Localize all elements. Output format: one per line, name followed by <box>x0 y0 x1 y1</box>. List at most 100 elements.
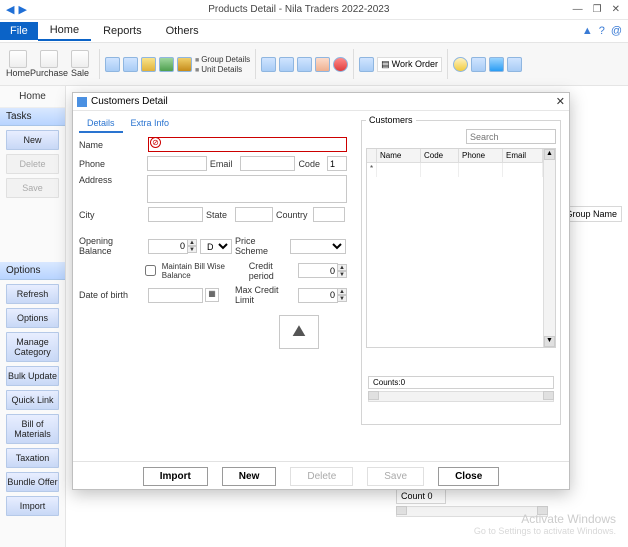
tb-sale[interactable]: Sale <box>66 50 94 78</box>
options-header: Options <box>0 262 65 280</box>
db-cr-select[interactable]: DB <box>200 239 232 254</box>
scroll-right-icon[interactable] <box>543 391 554 400</box>
address-input[interactable] <box>147 175 348 203</box>
grid-col-selector[interactable] <box>367 149 377 162</box>
opt-refresh[interactable]: Refresh <box>6 284 59 304</box>
grid-col-email[interactable]: Email <box>503 149 543 162</box>
max-credit-stepper[interactable]: ▲▼ <box>298 288 347 303</box>
opt-taxation[interactable]: Taxation <box>6 448 59 468</box>
calendar-icon[interactable]: ▦ <box>205 288 219 302</box>
maintain-billwise-checkbox[interactable] <box>145 263 156 278</box>
dialog-close-button[interactable]: ✕ <box>556 95 565 108</box>
grid-hscroll[interactable] <box>368 391 554 402</box>
document-icon: ▤ <box>381 59 390 70</box>
opt-quick-link[interactable]: Quick Link <box>6 390 59 410</box>
tasks-new[interactable]: New <box>6 130 59 150</box>
country-input[interactable] <box>313 207 345 222</box>
max-credit-input[interactable] <box>298 288 338 303</box>
menu-home[interactable]: Home <box>38 21 91 41</box>
tb-home[interactable]: Home <box>4 50 32 78</box>
opt-bulk-update[interactable]: Bulk Update <box>6 366 59 386</box>
dialog-icon <box>77 97 87 107</box>
opt-bundle-offer[interactable]: Bundle Offer <box>6 472 59 492</box>
opening-balance-input[interactable] <box>148 239 188 254</box>
tb-person-icon[interactable] <box>279 57 294 72</box>
tasks-header: Tasks <box>0 108 65 126</box>
tb-list-icon[interactable] <box>297 57 312 72</box>
code-input[interactable] <box>327 156 347 171</box>
opening-balance-stepper[interactable]: ▲▼ <box>148 239 197 254</box>
help-icon[interactable]: ? <box>599 25 605 37</box>
opt-bill-of-materials[interactable]: Bill of Materials <box>6 414 59 444</box>
tb-help-icon[interactable] <box>489 57 504 72</box>
import-button[interactable]: Import <box>143 467 208 486</box>
dialog-title: Customers Detail <box>91 96 168 107</box>
tb-settings-icon[interactable] <box>471 57 486 72</box>
scroll-down-icon[interactable]: ▼ <box>544 336 555 347</box>
cp-down-icon[interactable]: ▼ <box>337 271 347 278</box>
sub-home[interactable]: Home <box>0 86 65 108</box>
mc-down-icon[interactable]: ▼ <box>337 295 347 302</box>
grid-vscroll[interactable]: ▲ ▼ <box>543 149 555 347</box>
cp-up-icon[interactable]: ▲ <box>337 264 347 271</box>
grid-col-code[interactable]: Code <box>421 149 459 162</box>
grid-col-name[interactable]: Name <box>377 149 421 162</box>
tb-generic-1[interactable] <box>105 57 120 72</box>
customers-fieldset: Customers Name Code Phone Email * <box>361 115 561 425</box>
grid-col-phone[interactable]: Phone <box>459 149 503 162</box>
tb-monitor-icon[interactable] <box>507 57 522 72</box>
restore-button[interactable]: ❐ <box>593 4 602 15</box>
tab-extra-info[interactable]: Extra Info <box>123 115 178 133</box>
search-input[interactable] <box>466 129 556 144</box>
tb-generic-5[interactable] <box>177 57 192 72</box>
close-dialog-button[interactable]: Close <box>438 467 499 486</box>
delete-button: Delete <box>290 467 353 486</box>
back-icon[interactable]: ◀ <box>6 3 14 16</box>
mc-up-icon[interactable]: ▲ <box>337 288 347 295</box>
state-input[interactable] <box>235 207 273 222</box>
forward-icon[interactable]: ▶ <box>18 3 26 16</box>
opt-import[interactable]: Import <box>6 496 59 516</box>
menu-reports[interactable]: Reports <box>91 22 154 40</box>
tb-work-order[interactable]: ▤Work Order <box>377 57 442 72</box>
tab-details[interactable]: Details <box>79 115 123 133</box>
minimize-button[interactable]: — <box>573 4 583 15</box>
credit-period-input[interactable] <box>298 263 338 278</box>
customers-detail-dialog: Customers Detail ✕ Details Extra Info Na… <box>72 92 570 490</box>
tb-clock-icon[interactable] <box>453 57 468 72</box>
tb-note-icon[interactable] <box>359 57 374 72</box>
menu-file[interactable]: File <box>0 22 38 40</box>
opt-options[interactable]: Options <box>6 308 59 328</box>
label-credit-period: Credit period <box>249 261 295 281</box>
ob-up-icon[interactable]: ▲ <box>187 239 197 246</box>
menu-others[interactable]: Others <box>154 22 211 40</box>
new-button[interactable]: New <box>222 467 277 486</box>
grid-new-row[interactable]: * <box>367 163 555 177</box>
ob-down-icon[interactable]: ▼ <box>187 246 197 253</box>
tb-user-icon[interactable] <box>315 57 330 72</box>
city-input[interactable] <box>148 207 203 222</box>
dialog-titlebar: Customers Detail ✕ <box>73 93 569 111</box>
tb-generic-2[interactable] <box>123 57 138 72</box>
tb-generic-3[interactable] <box>141 57 156 72</box>
opt-manage-category[interactable]: Manage Category <box>6 332 59 362</box>
phone-input[interactable] <box>147 156 207 171</box>
close-button[interactable]: ✕ <box>612 4 620 15</box>
tb-purchase[interactable]: Purchase <box>35 50 63 78</box>
email-input[interactable] <box>240 156 295 171</box>
scroll-left-icon[interactable] <box>368 391 379 400</box>
tb-star-icon[interactable] <box>333 57 348 72</box>
counts-label: Counts:0 <box>368 376 554 389</box>
photo-placeholder[interactable]: ⛰ <box>279 315 319 349</box>
price-scheme-select[interactable] <box>290 239 346 254</box>
label-code: Code <box>298 159 324 169</box>
dob-input[interactable] <box>148 288 203 303</box>
name-input[interactable] <box>148 137 347 152</box>
at-icon[interactable]: @ <box>611 25 622 37</box>
tb-group-unit[interactable]: Group Details Unit Details <box>195 55 250 74</box>
scroll-up-icon[interactable]: ▲ <box>544 149 555 160</box>
tb-generic-4[interactable] <box>159 57 174 72</box>
tb-card-icon[interactable] <box>261 57 276 72</box>
credit-period-stepper[interactable]: ▲▼ <box>298 263 347 278</box>
up-icon[interactable]: ▲ <box>582 25 593 37</box>
